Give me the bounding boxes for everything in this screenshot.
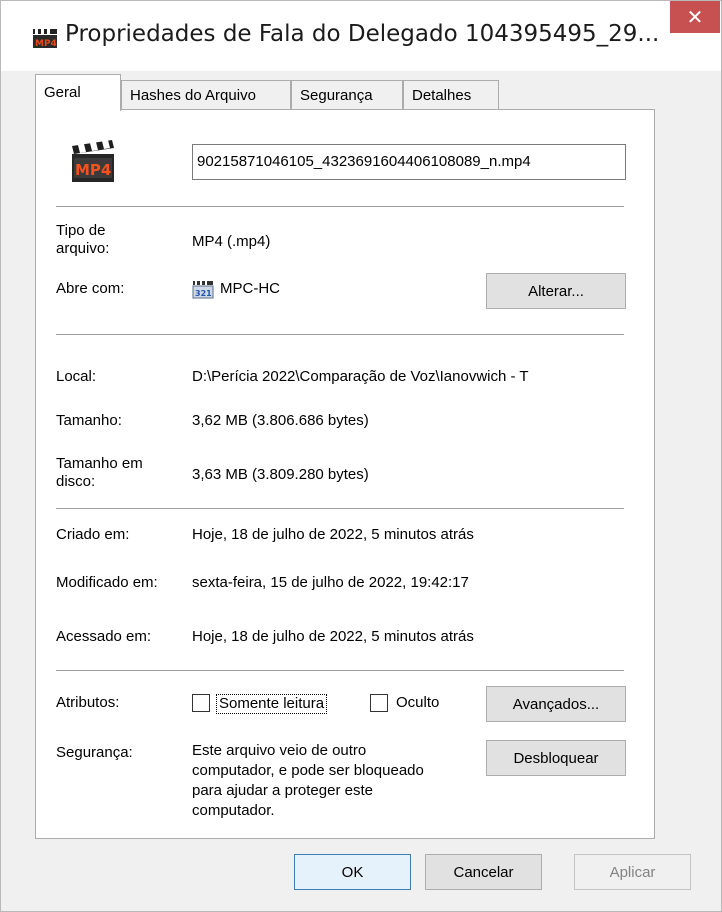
window-title: Propriedades de Fala do Delegado 1043954… — [65, 21, 660, 47]
properties-dialog: MP4 Propriedades de Fala do Delegado 104… — [0, 0, 722, 912]
location-label: Local: — [56, 368, 97, 385]
size-label: Tamanho: — [56, 412, 122, 429]
opens-with-value: MPC-HC — [220, 280, 280, 297]
apply-button-label: Aplicar — [609, 863, 656, 881]
mpc-hc-app-icon: 321 — [192, 281, 214, 299]
cancel-button[interactable]: Cancelar — [425, 854, 542, 890]
created-value: Hoje, 18 de julho de 2022, 5 minutos atr… — [192, 526, 474, 543]
location-value: D:\Perícia 2022\Comparação de Voz\Ianovw… — [192, 368, 529, 385]
file-type-label: Tipo de arquivo: — [56, 222, 110, 257]
unblock-button[interactable]: Desbloquear — [486, 740, 626, 776]
tab-geral[interactable]: Geral — [35, 74, 121, 111]
tab-seguranca[interactable]: Segurança — [291, 80, 403, 110]
tab-hashes[interactable]: Hashes do Arquivo — [121, 80, 291, 110]
svg-text:MP4: MP4 — [75, 161, 111, 179]
security-label: Segurança: — [56, 744, 133, 761]
separator — [56, 508, 624, 509]
hidden-label[interactable]: Oculto — [396, 694, 439, 712]
accessed-value: Hoje, 18 de julho de 2022, 5 minutos atr… — [192, 628, 474, 645]
modified-label: Modificado em: — [56, 574, 158, 591]
disk-size-value: 3,63 MB (3.809.280 bytes) — [192, 466, 369, 483]
separator — [56, 670, 624, 671]
advanced-button-label: Avançados... — [512, 695, 600, 713]
mp4-file-icon: MP4 — [33, 29, 57, 49]
separator — [56, 334, 624, 335]
created-label: Criado em: — [56, 526, 130, 543]
ok-button[interactable]: OK — [294, 854, 411, 890]
readonly-checkbox[interactable] — [192, 694, 210, 712]
mp4-file-icon: MP4 — [72, 140, 114, 182]
separator — [56, 206, 624, 207]
readonly-label[interactable]: Somente leitura — [216, 694, 328, 714]
general-panel: MP4 90215871046105_4323691604406108089_n… — [35, 109, 655, 839]
svg-text:321: 321 — [195, 289, 212, 298]
ok-button-label: OK — [341, 863, 364, 881]
apply-button[interactable]: Aplicar — [574, 854, 691, 890]
close-icon: ✕ — [686, 5, 704, 29]
advanced-button[interactable]: Avançados... — [486, 686, 626, 722]
change-button-label: Alterar... — [528, 282, 584, 300]
attributes-label: Atributos: — [56, 694, 120, 711]
opens-with-label: Abre com: — [56, 280, 125, 297]
svg-text:MP4: MP4 — [35, 39, 57, 49]
change-button[interactable]: Alterar... — [486, 273, 626, 309]
hidden-checkbox[interactable] — [370, 694, 388, 712]
file-type-value: MP4 (.mp4) — [192, 233, 271, 250]
unblock-button-label: Desbloquear — [513, 749, 599, 767]
tab-strip: Geral Hashes do Arquivo Segurança Detalh… — [35, 74, 655, 111]
security-text: Este arquivo veio de outro computador, e… — [192, 742, 424, 819]
modified-value: sexta-feira, 15 de julho de 2022, 19:42:… — [192, 574, 469, 591]
filename-input[interactable]: 90215871046105_4323691604406108089_n.mp4 — [192, 144, 626, 180]
title-bar[interactable]: MP4 Propriedades de Fala do Delegado 104… — [1, 1, 721, 71]
size-value: 3,62 MB (3.806.686 bytes) — [192, 412, 369, 429]
accessed-label: Acessado em: — [56, 628, 152, 645]
cancel-button-label: Cancelar — [453, 863, 514, 881]
disk-size-label: Tamanho em disco: — [56, 455, 143, 490]
tab-detalhes[interactable]: Detalhes — [403, 80, 499, 110]
close-button[interactable]: ✕ — [670, 1, 720, 33]
